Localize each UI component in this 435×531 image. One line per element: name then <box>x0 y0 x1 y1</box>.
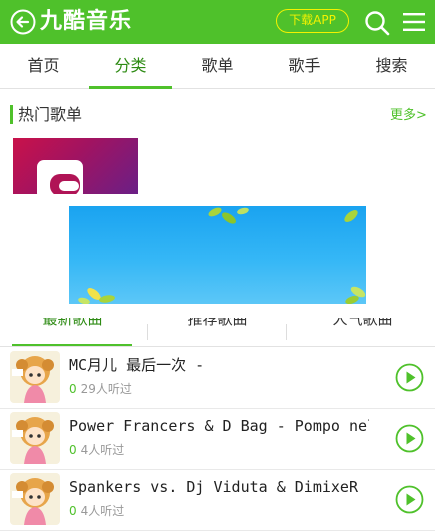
tab-latest-songs[interactable]: 最新歌曲 <box>0 318 145 346</box>
song-list-tabs: 最新歌曲 推荐歌曲 人气歌曲 <box>0 318 435 347</box>
search-icon[interactable] <box>364 10 390 36</box>
advertisement-banner[interactable] <box>69 206 366 304</box>
listen-count: 29人听过 <box>80 382 132 396</box>
song-count: 0 <box>69 443 77 457</box>
main-nav: 首页 分类 歌单 歌手 搜索 <box>0 44 435 89</box>
nav-tab-category[interactable]: 分类 <box>87 44 174 89</box>
song-meta: 0 29人听过 <box>69 380 132 398</box>
song-count: 0 <box>69 504 77 518</box>
song-meta: 0 4人听过 <box>69 441 124 459</box>
listen-count: 4人听过 <box>80 504 125 518</box>
tab-divider <box>286 324 287 340</box>
tab-latest-songs-label: 最新歌曲 <box>42 318 103 328</box>
app-logo[interactable]: 九酷音乐 <box>40 7 132 37</box>
menu-icon[interactable] <box>403 12 425 32</box>
nav-tab-home[interactable]: 首页 <box>0 44 87 88</box>
back-arrow-icon[interactable] <box>10 9 36 35</box>
song-avatar <box>10 473 60 525</box>
download-app-button[interactable]: 下载APP <box>276 9 349 33</box>
section-marker <box>10 105 13 124</box>
tab-popular-songs[interactable]: 人气歌曲 <box>290 318 435 346</box>
play-icon[interactable] <box>395 363 424 392</box>
song-title[interactable]: MC月儿 最后一次 - <box>69 355 369 375</box>
tab-recommended-songs[interactable]: 推荐歌曲 <box>145 318 290 346</box>
play-icon[interactable] <box>395 424 424 453</box>
nav-tab-playlist[interactable]: 歌单 <box>174 44 261 88</box>
tab-popular-songs-label: 人气歌曲 <box>332 318 393 328</box>
nav-tab-singer[interactable]: 歌手 <box>261 44 348 88</box>
song-count: 0 <box>69 382 77 396</box>
song-row[interactable]: MC月儿 最后一次 - 0 29人听过 <box>0 347 435 409</box>
song-meta: 0 4人听过 <box>69 502 124 520</box>
song-title[interactable]: Spankers vs. Dj Viduta & DimixeR - <box>69 477 369 497</box>
playlist-cover-image[interactable] <box>13 138 138 194</box>
nav-tab-search[interactable]: 搜索 <box>348 44 435 88</box>
listen-count: 4人听过 <box>80 443 125 457</box>
song-row[interactable]: Spankers vs. Dj Viduta & DimixeR - 0 4人听过 <box>0 469 435 531</box>
play-icon[interactable] <box>395 485 424 514</box>
playlist-cover-art <box>37 160 83 194</box>
leaf-decoration <box>78 207 366 304</box>
song-row[interactable]: Power Francers & D Bag - Pompo nelle 0 4人… <box>0 408 435 470</box>
song-title[interactable]: Power Francers & D Bag - Pompo nelle <box>69 416 369 436</box>
more-link[interactable]: 更多> <box>390 106 427 126</box>
song-avatar <box>10 351 60 403</box>
tab-recommended-songs-label: 推荐歌曲 <box>187 318 248 328</box>
song-avatar <box>10 412 60 464</box>
hot-playlists-title: 热门歌单 <box>18 105 83 124</box>
app-header: 九酷音乐 下载APP <box>0 0 435 44</box>
